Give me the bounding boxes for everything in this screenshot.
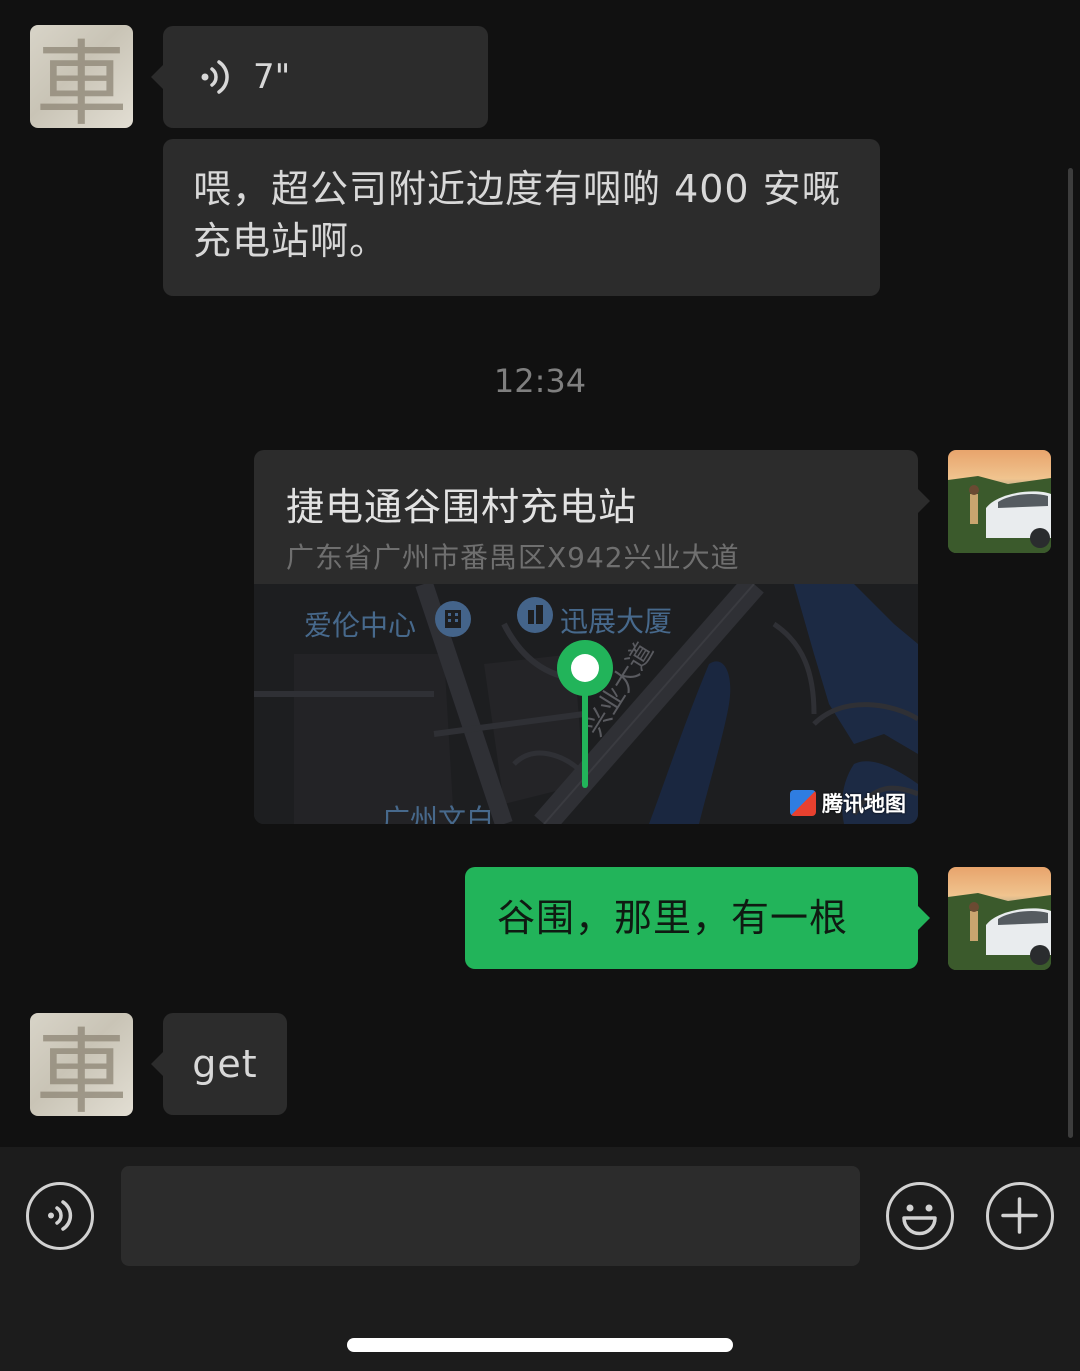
location-card-tail: [918, 489, 930, 513]
my-avatar[interactable]: [948, 867, 1051, 970]
contact-avatar[interactable]: 車: [30, 25, 133, 128]
map-pin-icon: [557, 640, 613, 788]
home-indicator[interactable]: [347, 1338, 733, 1352]
outgoing-text-bubble[interactable]: 谷围，那里，有一根: [465, 867, 930, 969]
message-text: get: [192, 1042, 258, 1086]
map-label-poi-3: 广州文白: [382, 803, 495, 824]
tencent-map-logo-icon: [790, 790, 816, 816]
map-provider-name: 腾讯地图: [822, 792, 906, 816]
message-text: 喂，超公司附近边度有咽啲 400 安嘅充电站啊。: [193, 167, 841, 263]
message-input[interactable]: [121, 1166, 860, 1266]
location-address: 广东省广州市番禺区X942兴业大道: [286, 541, 740, 574]
more-button[interactable]: [986, 1182, 1054, 1250]
voice-icon: [48, 1200, 73, 1231]
message-timestamp: 12:34: [493, 362, 587, 400]
location-map[interactable]: 爱伦中心 迅展大厦 兴业大道 广州文白 腾讯地图: [254, 584, 918, 824]
voice-message-bubble[interactable]: 7": [151, 26, 488, 128]
location-card[interactable]: 捷电通谷围村充电站 广东省广州市番禺区X942兴业大道 爱伦中心 迅展大厦 兴业…: [254, 450, 918, 824]
plus-icon: [1001, 1197, 1038, 1234]
sound-wave-icon: [201, 60, 229, 94]
map-provider-badge: 腾讯地图: [790, 788, 906, 818]
office-tower-icon: [517, 597, 553, 633]
map-label-poi-1: 爱伦中心: [304, 609, 417, 642]
smiley-icon: [902, 1204, 937, 1236]
incoming-text-bubble[interactable]: get: [151, 1013, 287, 1115]
message-text: 谷围，那里，有一根: [497, 896, 849, 940]
car-photo: [948, 893, 1051, 970]
location-title: 捷电通谷围村充电站: [286, 485, 638, 529]
car-photo: [948, 476, 1051, 553]
building-icon: [435, 601, 471, 637]
voice-input-button[interactable]: [26, 1182, 94, 1250]
incoming-text-bubble[interactable]: 喂，超公司附近边度有咽啲 400 安嘅充电站啊。: [163, 139, 880, 296]
contact-avatar[interactable]: 車: [30, 1013, 133, 1116]
voice-duration: 7": [253, 57, 291, 97]
emoji-button[interactable]: [886, 1182, 954, 1250]
chat-scrollbar[interactable]: [1068, 168, 1073, 1138]
map-label-poi-2: 迅展大厦: [560, 605, 673, 638]
avatar-glyph: 車: [35, 1019, 128, 1116]
my-avatar[interactable]: [948, 450, 1051, 553]
avatar-glyph: 車: [35, 31, 128, 128]
